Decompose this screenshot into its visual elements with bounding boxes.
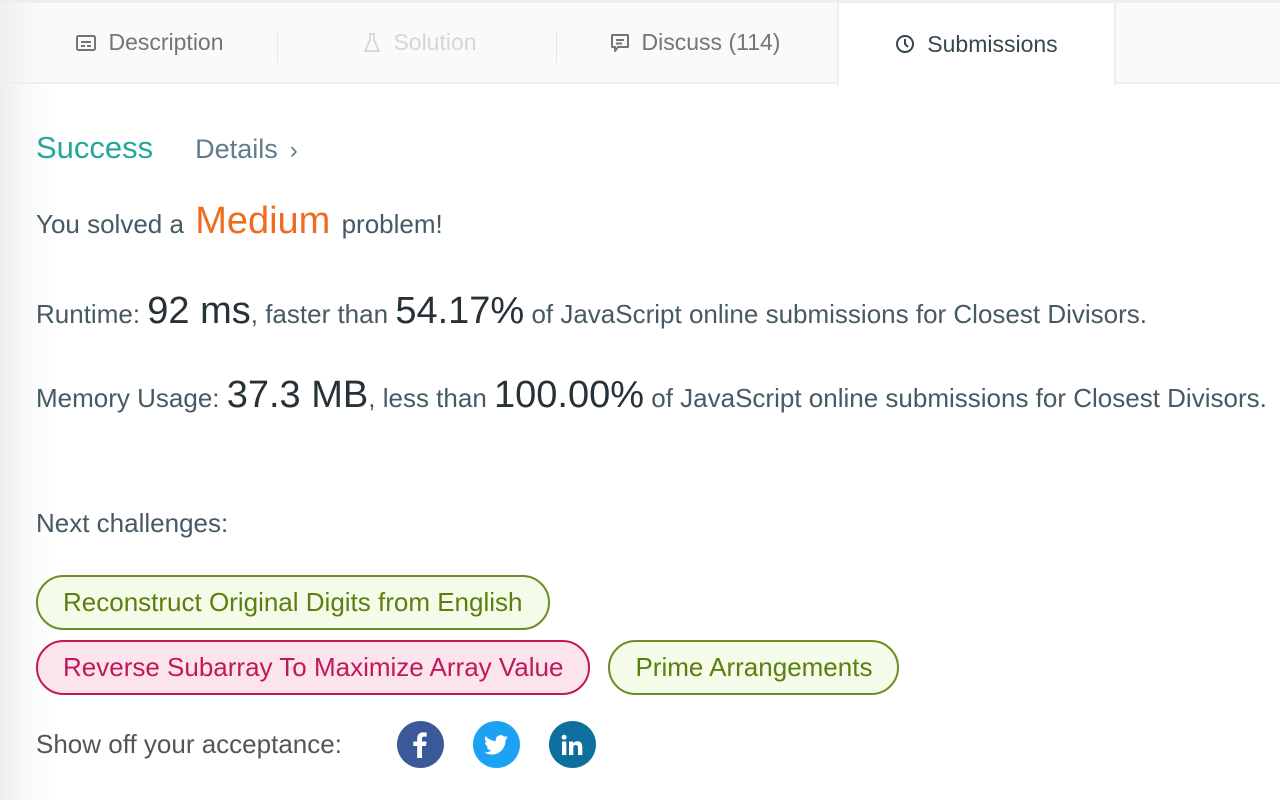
memory-percentile: 100.00% [494, 374, 645, 416]
tab-divider [556, 31, 557, 63]
challenge-chip[interactable]: Reconstruct Original Digits from English [36, 575, 550, 630]
next-challenges-label: Next challenges: [36, 508, 229, 538]
difficulty-label: Medium [195, 200, 331, 242]
tab-label: Description [108, 29, 224, 55]
clock-icon [895, 34, 915, 54]
challenge-chip[interactable]: Reverse Subarray To Maximize Array Value [36, 640, 591, 695]
memory-label: Memory Usage: [36, 383, 220, 413]
next-challenges-list: Reconstruct Original Digits from English… [36, 575, 1036, 705]
submission-result-page: Description Solution Discuss (114) Submi… [0, 0, 1280, 800]
runtime-percentile: 54.17% [395, 290, 525, 332]
facebook-icon [413, 731, 428, 758]
flask-icon [363, 32, 381, 53]
details-label: Details [195, 134, 278, 164]
challenge-chip[interactable]: Prime Arrangements [608, 640, 900, 695]
runtime-comparison: , faster than [250, 299, 389, 329]
status-row: Success Details › [36, 130, 298, 166]
share-label: Show off your acceptance: [36, 729, 342, 759]
memory-comparison: , less than [368, 383, 487, 413]
tab-discuss[interactable]: Discuss (114) [580, 3, 810, 82]
tab-description[interactable]: Description [40, 3, 260, 82]
memory-value: 37.3 MB [226, 374, 369, 416]
problem-tab-bar: Description Solution Discuss (114) Submi… [0, 0, 1280, 85]
runtime-suffix: of JavaScript online submissions for Clo… [531, 299, 1147, 329]
runtime-stat: Runtime: 92 ms, faster than 54.17% of Ja… [36, 290, 1147, 335]
tab-label: Solution [393, 29, 477, 55]
details-link[interactable]: Details › [195, 134, 298, 165]
chevron-right-icon: › [289, 137, 298, 164]
twitter-share-button[interactable] [472, 721, 520, 768]
linkedin-share-button[interactable] [548, 721, 596, 768]
tab-divider [277, 31, 278, 63]
tab-label: Discuss (114) [641, 29, 781, 55]
tab-solution[interactable]: Solution [300, 3, 540, 82]
status-badge: Success [36, 130, 154, 165]
share-row: Show off your acceptance: [36, 721, 625, 768]
runtime-value: 92 ms [147, 290, 251, 332]
solved-message: You solved a Medium problem! [36, 200, 443, 243]
tab-label: Submissions [927, 30, 1058, 57]
linkedin-icon [562, 734, 583, 755]
tab-submissions[interactable]: Submissions [837, 3, 1116, 85]
twitter-icon [484, 734, 509, 755]
memory-suffix: of JavaScript online submissions for Clo… [651, 383, 1267, 413]
discuss-icon [610, 33, 630, 53]
tabbar-fade [0, 3, 40, 82]
description-icon [76, 34, 97, 51]
runtime-label: Runtime: [36, 299, 141, 329]
facebook-share-button[interactable] [396, 721, 444, 768]
memory-stat: Memory Usage: 37.3 MB, less than 100.00%… [36, 374, 1280, 419]
solved-suffix: problem! [341, 209, 443, 239]
solved-prefix: You solved a [36, 209, 184, 239]
